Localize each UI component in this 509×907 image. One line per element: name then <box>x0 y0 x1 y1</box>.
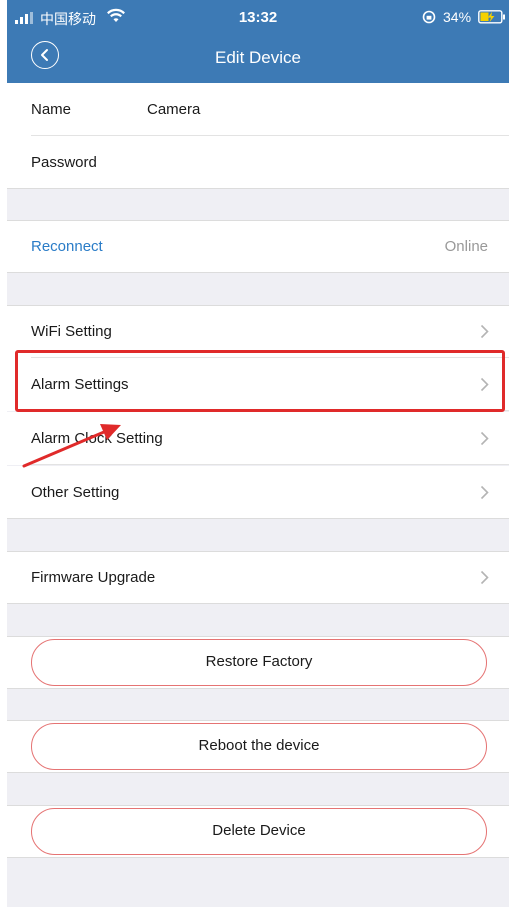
firmware-upgrade-row[interactable]: Firmware Upgrade <box>7 551 509 604</box>
battery-percent: 34% <box>443 9 472 25</box>
chevron-right-icon <box>480 431 489 446</box>
alarm-clock-setting-row[interactable]: Alarm Clock Setting <box>7 412 509 465</box>
restore-factory-button[interactable]: Restore Factory <box>31 639 487 686</box>
status-bar: 中国移动 13:32 34% <box>7 0 509 34</box>
firmware-upgrade-label: Firmware Upgrade <box>31 569 156 586</box>
reconnect-row[interactable]: Reconnect Online <box>7 220 509 273</box>
reboot-section: Reboot the device <box>7 720 509 773</box>
reboot-device-button[interactable]: Reboot the device <box>31 723 487 770</box>
delete-section: Delete Device <box>7 805 509 858</box>
password-row[interactable]: Password <box>7 136 509 189</box>
chevron-right-icon <box>480 570 489 585</box>
reconnect-link[interactable]: Reconnect <box>31 220 103 273</box>
alarm-clock-setting-label: Alarm Clock Setting <box>31 430 163 447</box>
page-title: Edit Device <box>215 48 301 67</box>
phone-screen: 中国移动 13:32 34% Edit Device Name Camera P… <box>7 0 509 907</box>
name-value: Camera <box>147 101 201 118</box>
chevron-right-icon <box>480 485 489 500</box>
connection-status: Online <box>444 238 488 255</box>
other-setting-label: Other Setting <box>31 484 120 501</box>
app-header: 中国移动 13:32 34% Edit Device <box>7 0 509 83</box>
orientation-lock-icon <box>422 10 436 24</box>
delete-device-button[interactable]: Delete Device <box>31 808 487 855</box>
annotation-highlight-box <box>15 350 505 412</box>
password-label: Password <box>31 154 97 171</box>
name-label: Name <box>31 101 72 118</box>
other-setting-row[interactable]: Other Setting <box>7 466 509 519</box>
chevron-right-icon <box>480 324 489 339</box>
name-row[interactable]: Name Camera <box>7 83 509 136</box>
restore-factory-section: Restore Factory <box>7 636 509 689</box>
battery-charging-icon <box>478 10 505 24</box>
